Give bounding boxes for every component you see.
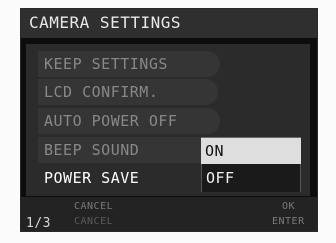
enter-hint: ENTER [272, 216, 305, 227]
page-title: CAMERA SETTINGS [29, 13, 181, 32]
cancel-hint-secondary: CANCEL [74, 216, 114, 227]
lcd-screen: CAMERA SETTINGS KEEP SETTINGS LCD CONFIR… [20, 8, 318, 232]
option-on[interactable]: ON [201, 137, 301, 164]
cancel-hint: CANCEL [74, 201, 114, 212]
option-off[interactable]: OFF [201, 164, 301, 192]
menu-item-beep-sound[interactable]: BEEP SOUND [38, 137, 218, 163]
button-guide-bar: 1/3 CANCEL CANCEL OK ENTER [20, 197, 318, 232]
page-indicator: 1/3 [26, 216, 51, 231]
title-bar: CAMERA SETTINGS [20, 8, 318, 38]
menu-item-auto-power-off[interactable]: AUTO POWER OFF [38, 108, 220, 134]
ok-hint: OK [282, 201, 296, 212]
menu-item-lcd-confirm[interactable]: LCD CONFIRM. [38, 79, 218, 105]
menu-item-keep-settings[interactable]: KEEP SETTINGS [38, 51, 220, 77]
menu-item-power-save[interactable]: POWER SAVE [38, 165, 203, 191]
